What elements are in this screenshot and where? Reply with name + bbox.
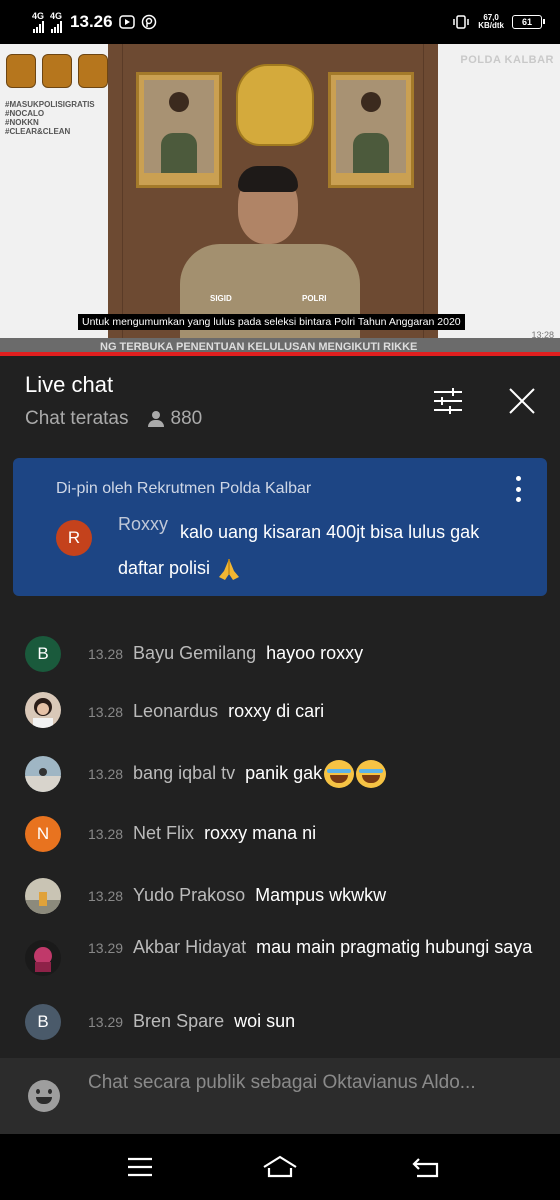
home-icon bbox=[263, 1155, 297, 1178]
chat-header: Live chat Chat teratas 880 bbox=[0, 356, 560, 444]
message-text: hayoo roxxy bbox=[266, 643, 364, 663]
message-author[interactable]: Bayu Gemilang bbox=[133, 643, 256, 663]
channel-watermark: POLDA KALBAR bbox=[460, 54, 554, 66]
system-nav-bar bbox=[0, 1134, 560, 1200]
network-indicator-1: 4G bbox=[32, 10, 45, 33]
vibrate-icon bbox=[453, 15, 469, 29]
pinned-message[interactable]: Di-pin oleh Rekrutmen Polda Kalbar R Rox… bbox=[13, 458, 547, 596]
menu-icon bbox=[128, 1157, 152, 1177]
message-author[interactable]: Net Flix bbox=[133, 823, 194, 843]
name-tag: SIGID bbox=[210, 294, 232, 303]
speed-unit: KB/dtk bbox=[478, 21, 504, 30]
logo bbox=[42, 54, 72, 88]
avatar: R bbox=[56, 520, 92, 556]
status-bar: 4G 4G 13.26 67,0 KB/dtk 61 bbox=[0, 0, 560, 44]
youtube-notification-icon bbox=[118, 15, 135, 29]
avatar: B bbox=[25, 636, 61, 672]
message-text: woi sun bbox=[234, 1011, 296, 1031]
chat-input-bar: Chat secara publik sebagai Oktavianus Al… bbox=[0, 1058, 560, 1134]
avatar bbox=[25, 940, 61, 976]
back-button[interactable] bbox=[406, 1150, 446, 1184]
video-player[interactable]: #MASUKPOLISIGRATIS #NOCALO #NOKKN #CLEAR… bbox=[0, 44, 560, 356]
network-indicator-2: 4G bbox=[50, 10, 63, 33]
chat-mode-label: Chat teratas bbox=[25, 408, 129, 429]
avatar: N bbox=[25, 816, 61, 852]
chat-input[interactable]: Chat secara publik sebagai Oktavianus Al… bbox=[88, 1070, 488, 1096]
message-time: 13.29 bbox=[88, 940, 124, 956]
praying-hands-icon bbox=[219, 559, 240, 581]
laughing-emoji-icon bbox=[356, 760, 387, 789]
app-notification-icon bbox=[141, 14, 156, 30]
network-type-label: 4G bbox=[50, 10, 63, 21]
video-timestamp: 13:28 bbox=[531, 330, 554, 340]
message-time: 13.28 bbox=[88, 826, 124, 842]
hashtag: #CLEAR&CLEAN bbox=[5, 127, 71, 136]
signal-icon bbox=[50, 20, 62, 33]
pinned-text-content: kalo uang kisaran 400jt bisa lulus gak d… bbox=[118, 522, 480, 578]
message-text: panik gak bbox=[245, 763, 323, 783]
avatar bbox=[25, 692, 61, 728]
message-text: roxxy mana ni bbox=[204, 823, 317, 843]
message-author[interactable]: Akbar Hidayat bbox=[133, 937, 246, 957]
clock: 13.26 bbox=[70, 12, 113, 31]
network-type-label: 4G bbox=[32, 10, 45, 21]
logo bbox=[6, 54, 36, 88]
chat-title: Live chat bbox=[25, 372, 114, 397]
message-author[interactable]: bang iqbal tv bbox=[133, 763, 235, 783]
viewer-count: 880 bbox=[170, 408, 203, 429]
message-time: 13.28 bbox=[88, 704, 124, 720]
message-text: Mampus wkwkw bbox=[255, 885, 387, 905]
network-speed: 67,0 KB/dtk bbox=[478, 14, 504, 30]
message-time: 13.28 bbox=[88, 888, 124, 904]
live-chat-panel: Live chat Chat teratas 880 B 13.28 Bayu G… bbox=[0, 356, 560, 1134]
logo bbox=[78, 54, 108, 88]
message-author[interactable]: Yudo Prakoso bbox=[133, 885, 245, 905]
battery-icon: 61 bbox=[512, 15, 545, 29]
message-text: roxxy di cari bbox=[228, 701, 325, 721]
home-button[interactable] bbox=[260, 1150, 300, 1184]
avatar bbox=[25, 756, 61, 792]
pinned-text: kalo uang kisaran 400jt bisa lulus gak d… bbox=[118, 514, 498, 586]
hashtag: #NOCALO bbox=[5, 109, 45, 118]
signal-icon bbox=[32, 20, 44, 33]
hashtag-list: #MASUKPOLISIGRATIS #NOCALO #NOKKN #CLEAR… bbox=[5, 100, 95, 136]
close-chat-button[interactable] bbox=[505, 384, 539, 418]
chat-mode-selector[interactable]: Chat teratas 880 bbox=[25, 408, 202, 430]
avatar bbox=[25, 878, 61, 914]
pinned-by-label: Di-pin oleh Rekrutmen Polda Kalbar bbox=[56, 480, 312, 497]
more-vertical-icon[interactable] bbox=[513, 476, 523, 502]
recents-button[interactable] bbox=[120, 1150, 160, 1184]
message-text: mau main pragmatig hubungi saya bbox=[256, 937, 533, 957]
hashtag: #MASUKPOLISIGRATIS bbox=[5, 100, 95, 109]
message-time: 13.28 bbox=[88, 646, 124, 662]
uniform-tag: POLRI bbox=[302, 294, 327, 303]
viewers-icon bbox=[147, 411, 165, 427]
filter-button[interactable] bbox=[431, 384, 465, 418]
sliders-icon bbox=[434, 388, 462, 414]
police-emblem bbox=[236, 64, 314, 146]
avatar: B bbox=[25, 1004, 61, 1040]
message-author[interactable]: Bren Spare bbox=[133, 1011, 224, 1031]
close-icon bbox=[509, 388, 535, 414]
laughing-emoji-icon bbox=[324, 760, 355, 789]
video-subtitle: Untuk mengumumkan yang lulus pada seleks… bbox=[78, 314, 465, 330]
back-icon bbox=[412, 1158, 439, 1178]
police-logos bbox=[6, 54, 108, 88]
message-time: 13.29 bbox=[88, 1014, 124, 1030]
message-time: 13.28 bbox=[88, 766, 124, 782]
battery-level: 61 bbox=[521, 17, 532, 27]
message-author[interactable]: Leonardus bbox=[133, 701, 218, 721]
emoji-icon[interactable] bbox=[28, 1080, 60, 1112]
hashtag: #NOKKN bbox=[5, 118, 39, 127]
